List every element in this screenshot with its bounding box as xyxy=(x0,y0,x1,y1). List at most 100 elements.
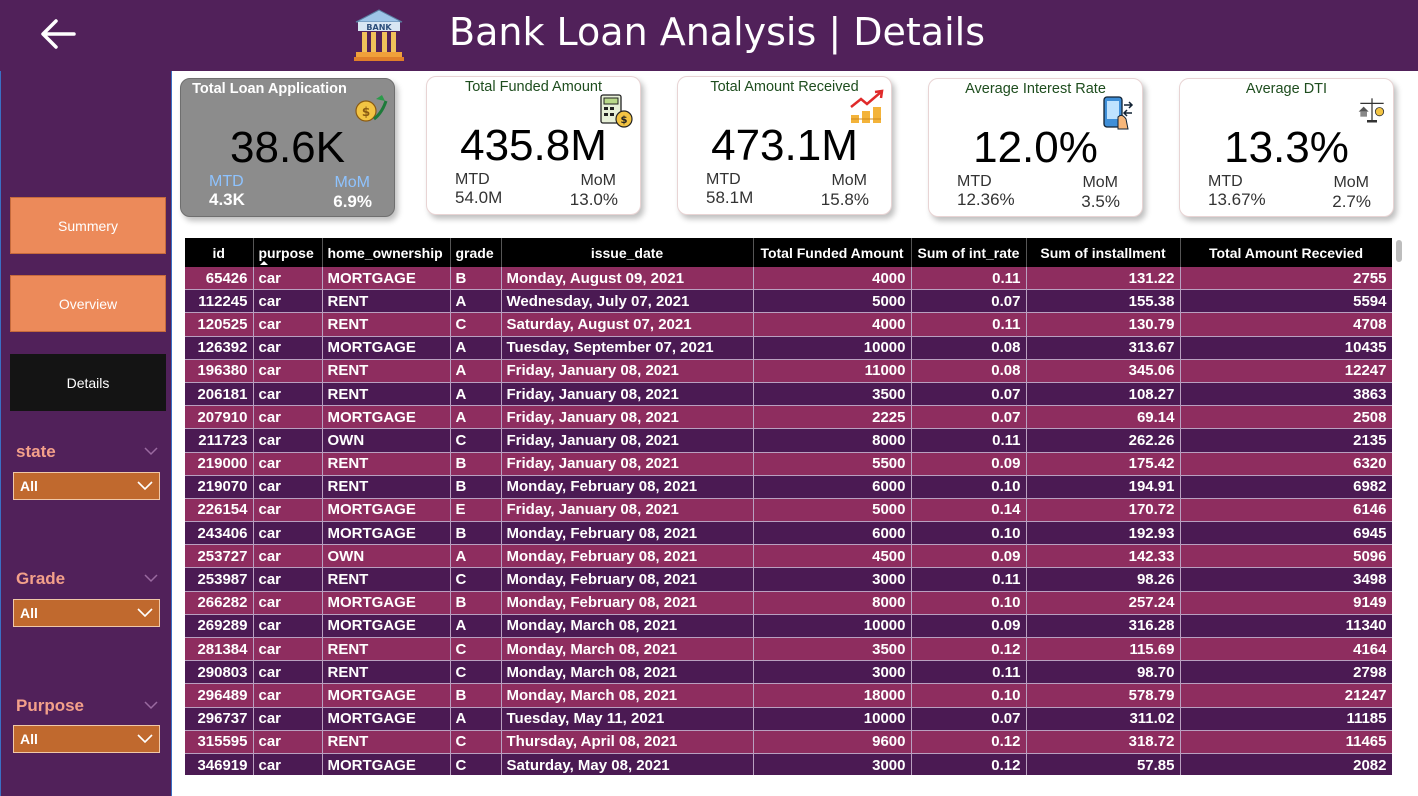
table-row[interactable]: 226154 car MORTGAGE E Friday, January 08, 20… xyxy=(185,498,1392,523)
kpi-card-total-loan-applications[interactable]: Total Loan Application $ 38.6K MTD 4.3K … xyxy=(180,78,395,217)
cell-int-rate: 0.14 xyxy=(911,498,1027,523)
table-row[interactable]: 112245 car RENT A Wednesday, July 07, 2021 50… xyxy=(185,289,1392,314)
column-header-id[interactable]: id xyxy=(185,238,254,267)
table-scrollbar[interactable] xyxy=(1396,240,1402,262)
column-header-grade[interactable]: grade xyxy=(450,238,502,267)
cell-id: 315595 xyxy=(185,730,254,754)
chevron-down-icon[interactable] xyxy=(144,446,158,456)
cell-total-funded-amount: 9600 xyxy=(753,730,912,754)
table-row[interactable]: 296489 car MORTGAGE B Monday, March 08, 2021… xyxy=(185,683,1392,708)
cell-id: 120525 xyxy=(185,312,254,337)
cell-purpose: car xyxy=(253,544,323,569)
cell-home-ownership: RENT xyxy=(322,475,451,499)
cell-installment: 578.79 xyxy=(1026,683,1181,708)
card-value: 38.6K xyxy=(230,123,345,172)
cell-grade: A xyxy=(450,289,502,314)
cell-total-funded-amount: 8000 xyxy=(753,591,912,615)
nav-summary-button[interactable]: Summery xyxy=(10,197,166,254)
table-row[interactable]: 219070 car RENT B Monday, February 08, 2021 6… xyxy=(185,475,1392,499)
chevron-down-icon xyxy=(137,481,153,491)
cell-grade: C xyxy=(450,730,502,754)
details-table[interactable]: id purpose home_ownership grade issue_da… xyxy=(185,238,1392,775)
cell-issue-date: Thursday, April 08, 2021 xyxy=(501,730,754,754)
cell-int-rate: 0.12 xyxy=(911,637,1027,662)
table-row[interactable]: 290803 car RENT C Monday, March 08, 2021 3000… xyxy=(185,660,1392,685)
back-arrow-icon[interactable] xyxy=(38,14,78,54)
cell-id: 226154 xyxy=(185,498,254,523)
mtd-value: 12.36% xyxy=(957,190,1015,209)
kpi-card-average-interest-rate[interactable]: Average Interest Rate 12.0% MTD 12.36% M… xyxy=(928,78,1143,217)
cell-issue-date: Friday, January 08, 2021 xyxy=(501,359,754,383)
table-row[interactable]: 269289 car MORTGAGE A Monday, March 08, 2021… xyxy=(185,614,1392,639)
cell-installment: 155.38 xyxy=(1026,289,1181,314)
cell-purpose: car xyxy=(253,312,323,337)
kpi-card-total-amount-received[interactable]: Total Amount Received 473.1M MTD 58.1M M… xyxy=(677,76,892,215)
cell-grade: C xyxy=(450,637,502,662)
table-row[interactable]: 120525 car RENT C Saturday, August 07, 2021 4… xyxy=(185,312,1392,337)
column-header-home-ownership[interactable]: home_ownership xyxy=(322,238,451,267)
column-header-sum-int-rate[interactable]: Sum of int_rate xyxy=(911,238,1027,267)
cell-purpose: car xyxy=(253,405,323,430)
cell-total-funded-amount: 3500 xyxy=(753,382,912,407)
column-header-purpose[interactable]: purpose xyxy=(253,238,323,267)
column-header-total-amount-received[interactable]: Total Amount Recevied xyxy=(1180,238,1392,267)
cell-id: 290803 xyxy=(185,660,254,685)
cell-grade: A xyxy=(450,405,502,430)
cell-int-rate: 0.09 xyxy=(911,614,1027,639)
nav-overview-button[interactable]: Overview xyxy=(10,275,166,332)
table-row[interactable]: 196380 car RENT A Friday, January 08, 2021 11… xyxy=(185,359,1392,383)
cell-grade: A xyxy=(450,336,502,360)
cell-total-amount-received: 3498 xyxy=(1180,567,1392,592)
cell-home-ownership: RENT xyxy=(322,452,451,476)
column-header-issue-date[interactable]: issue_date xyxy=(501,238,754,267)
table-row[interactable]: 253987 car RENT C Monday, February 08, 2021 3… xyxy=(185,567,1392,592)
chevron-down-icon[interactable] xyxy=(144,573,158,583)
kpi-card-average-dti[interactable]: Average DTI 13.3% MTD 13.67% MoM 2.7% xyxy=(1179,78,1394,217)
cell-issue-date: Monday, March 08, 2021 xyxy=(501,614,754,639)
cell-total-amount-received: 2135 xyxy=(1180,428,1392,453)
cell-grade: C xyxy=(450,567,502,592)
table-row[interactable]: 346919 car MORTGAGE C Saturday, May 08, 2021… xyxy=(185,753,1392,775)
column-header-sum-installment[interactable]: Sum of installment xyxy=(1026,238,1181,267)
cell-id: 206181 xyxy=(185,382,254,407)
purpose-dropdown[interactable]: All xyxy=(13,725,160,753)
kpi-card-total-funded-amount[interactable]: Total Funded Amount $ 435.8M MTD 54.0M M… xyxy=(426,76,641,215)
cell-total-funded-amount: 5500 xyxy=(753,452,912,476)
table-row[interactable]: 315595 car RENT C Thursday, April 08, 2021 96… xyxy=(185,730,1392,754)
mtd-value: 13.67% xyxy=(1208,190,1266,209)
table-row[interactable]: 206181 car RENT A Friday, January 08, 2021 35… xyxy=(185,382,1392,407)
cell-id: 219000 xyxy=(185,452,254,476)
column-header-total-funded-amount[interactable]: Total Funded Amount xyxy=(753,238,912,267)
chevron-down-icon[interactable] xyxy=(144,700,158,710)
cell-id: 296489 xyxy=(185,683,254,708)
table-row[interactable]: 65426 car MORTGAGE B Monday, August 09, 2021… xyxy=(185,267,1392,291)
table-row[interactable]: 243406 car MORTGAGE B Monday, February 08, 2… xyxy=(185,521,1392,546)
state-dropdown[interactable]: All xyxy=(13,472,160,500)
table-row[interactable]: 253727 car OWN A Monday, February 08, 2021 45… xyxy=(185,544,1392,569)
table-row[interactable]: 219000 car RENT B Friday, January 08, 2021 55… xyxy=(185,452,1392,476)
table-row[interactable]: 296737 car MORTGAGE A Tuesday, May 11, 2021 1… xyxy=(185,707,1392,731)
cell-installment: 108.27 xyxy=(1026,382,1181,407)
cell-int-rate: 0.11 xyxy=(911,428,1027,453)
cell-total-amount-received: 5096 xyxy=(1180,544,1392,569)
mtd-value: 58.1M xyxy=(706,188,754,207)
cell-installment: 175.42 xyxy=(1026,452,1181,476)
table-row[interactable]: 266282 car MORTGAGE B Monday, February 08, 2… xyxy=(185,591,1392,615)
grade-dropdown[interactable]: All xyxy=(13,599,160,627)
mom-value: 3.5% xyxy=(1081,192,1120,211)
cell-grade: B xyxy=(450,267,502,291)
cell-installment: 130.79 xyxy=(1026,312,1181,337)
cell-total-funded-amount: 11000 xyxy=(753,359,912,383)
cell-id: 346919 xyxy=(185,753,254,775)
table-row[interactable]: 207910 car MORTGAGE A Friday, January 08, 20… xyxy=(185,405,1392,430)
cell-total-amount-received: 11465 xyxy=(1180,730,1392,754)
cell-grade: B xyxy=(450,521,502,546)
table-row[interactable]: 211723 car OWN C Friday, January 08, 2021 800… xyxy=(185,428,1392,453)
cell-installment: 131.22 xyxy=(1026,267,1181,291)
table-row[interactable]: 126392 car MORTGAGE A Tuesday, September 07,… xyxy=(185,336,1392,360)
mtd-value: 54.0M xyxy=(455,188,503,207)
cell-purpose: car xyxy=(253,498,323,523)
table-body: 65426 car MORTGAGE B Monday, August 09, 2021… xyxy=(185,267,1392,775)
nav-details-button[interactable]: Details xyxy=(10,354,166,411)
table-row[interactable]: 281384 car RENT C Monday, March 08, 2021 3500… xyxy=(185,637,1392,662)
